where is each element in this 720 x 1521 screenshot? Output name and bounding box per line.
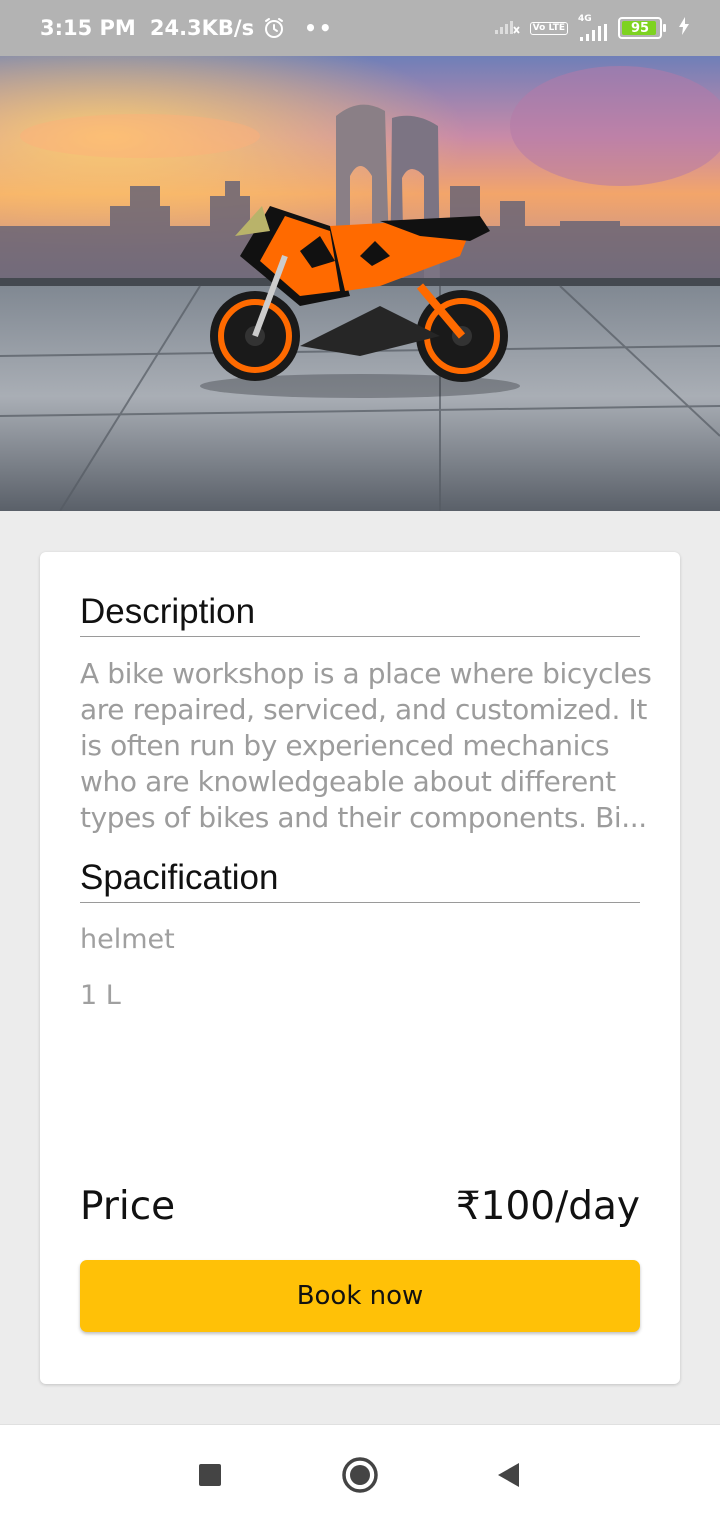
- status-time: 3:15 PM: [40, 16, 136, 40]
- hero-image: [0, 56, 720, 511]
- details-card: Description A bike workshop is a place w…: [40, 552, 680, 1384]
- description-line: A bike workshop is a place where bicycle…: [80, 657, 652, 690]
- price-value: ₹100/day: [455, 1184, 640, 1229]
- specification-title: Spacification: [80, 858, 640, 903]
- description-line: is often run by experienced mechanics: [80, 729, 610, 762]
- back-triangle-icon[interactable]: [486, 1453, 530, 1497]
- more-notifications-icon: ••: [304, 16, 334, 40]
- battery-icon: 95: [618, 17, 666, 39]
- spec-item: helmet: [80, 924, 175, 955]
- signal-empty-icon: [494, 17, 520, 39]
- description-line: are repaired, serviced, and customized. …: [80, 693, 647, 726]
- description-title: Description: [80, 592, 640, 637]
- battery-level: 95: [630, 20, 650, 36]
- charging-icon: [678, 17, 690, 39]
- network-type: 4G: [578, 13, 592, 24]
- description-line: who are knowledgeable about different: [80, 765, 616, 798]
- status-bar: 3:15 PM 24.3KB/s •• Vo LTE 4G 95: [0, 0, 720, 56]
- alarm-icon: [262, 16, 286, 40]
- description-line: types of bikes and their components. Bi.…: [80, 801, 647, 834]
- price-label: Price: [80, 1184, 176, 1229]
- recents-square-icon[interactable]: [188, 1453, 232, 1497]
- signal-icon: 4G: [578, 13, 608, 42]
- description-text: A bike workshop is a place where bicycle…: [80, 656, 652, 836]
- book-now-button[interactable]: Book now: [80, 1260, 640, 1332]
- spec-item: 1 L: [80, 980, 121, 1011]
- network-speed: 24.3KB/s: [149, 16, 255, 40]
- system-nav-bar: [0, 1424, 720, 1521]
- home-circle-icon[interactable]: [338, 1453, 382, 1497]
- volte-icon: Vo LTE: [529, 21, 568, 35]
